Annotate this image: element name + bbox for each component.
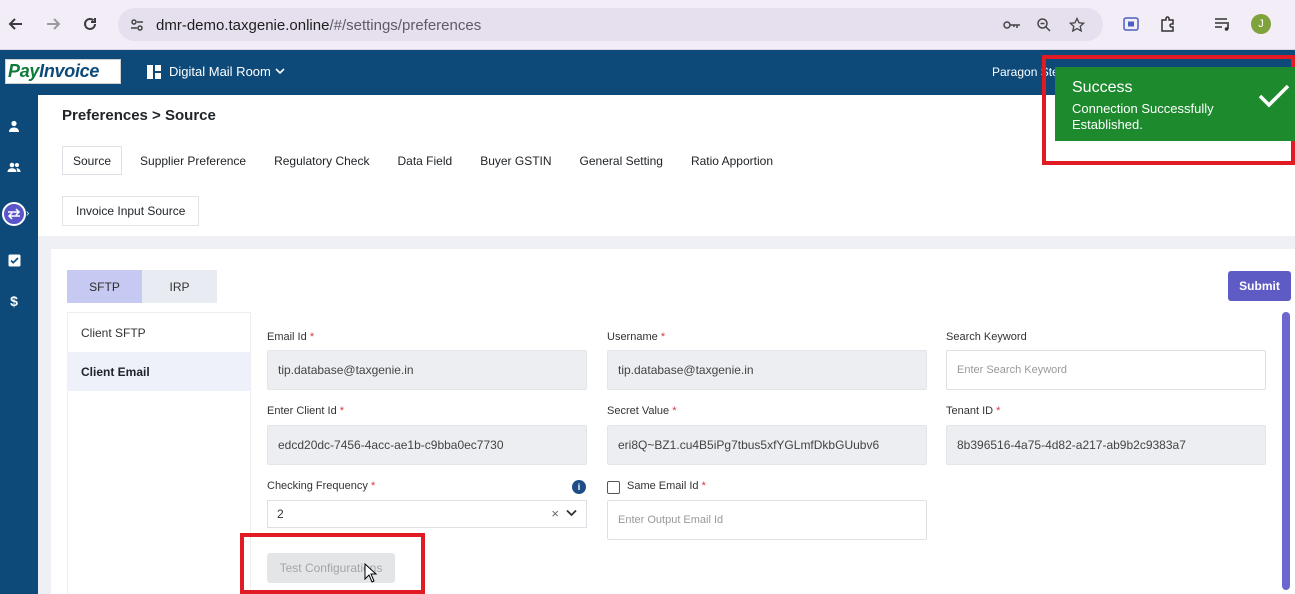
scrollbar[interactable] — [1282, 312, 1290, 590]
required-marker: * — [996, 405, 1001, 417]
highlight-test-button — [240, 533, 425, 594]
site-settings-icon[interactable] — [128, 16, 146, 34]
url-path: /#/settings/preferences — [329, 17, 482, 34]
search-keyword-label: Search Keyword — [946, 331, 1027, 343]
info-icon[interactable]: i — [572, 480, 586, 494]
chevron-down-icon — [275, 68, 285, 75]
success-toast: Success Connection Successfully Establis… — [1055, 67, 1295, 141]
dollar-icon[interactable]: $ — [5, 292, 23, 310]
checkmark-icon — [1258, 84, 1290, 108]
tab-sftp[interactable]: SFTP — [67, 270, 142, 303]
required-marker: * — [309, 331, 315, 343]
toast-message: Connection Successfully Established. — [1072, 101, 1214, 132]
username-label-text: Username — [607, 331, 658, 343]
tab-buyer-gstin[interactable]: Buyer GSTIN — [470, 146, 561, 175]
tab-irp[interactable]: IRP — [142, 270, 217, 303]
users-group-icon[interactable] — [5, 158, 23, 176]
dashboard-grid-icon — [147, 64, 161, 79]
left-sidebar: › $ — [0, 95, 38, 594]
chevron-down-icon[interactable] — [566, 509, 577, 517]
expand-chevron-icon[interactable]: › — [26, 208, 29, 219]
tab-general-setting[interactable]: General Setting — [570, 146, 673, 175]
tab-data-field[interactable]: Data Field — [387, 146, 462, 175]
source-type-menu: Client SFTP Client Email — [67, 312, 251, 594]
tab-ratio-apportion[interactable]: Ratio Apportion — [681, 146, 783, 175]
tenant-id-field[interactable]: 8b396516-4a75-4d82-a217-ab9b2c9383a7 — [946, 425, 1266, 465]
extensions-icon[interactable] — [1158, 14, 1178, 34]
source-mode-tabs: SFTP IRP — [67, 270, 217, 303]
submit-button[interactable]: Submit — [1228, 271, 1291, 301]
back-icon[interactable] — [5, 13, 27, 35]
password-key-icon[interactable] — [1003, 16, 1021, 34]
reload-icon[interactable] — [79, 13, 101, 35]
tab-source[interactable]: Source — [62, 146, 123, 175]
menu-item-client-sftp[interactable]: Client SFTP — [68, 313, 250, 352]
zoom-icon[interactable] — [1035, 16, 1053, 34]
url-text[interactable]: dmr-demo.taxgenie.online/#/settings/pref… — [156, 17, 481, 34]
same-email-label: Same Email Id * — [627, 480, 706, 492]
checklist-icon[interactable] — [5, 251, 23, 269]
source-transfer-icon[interactable] — [2, 202, 26, 226]
screen-cast-icon[interactable] — [1121, 14, 1141, 34]
secret-value-label: Secret Value * — [607, 405, 677, 417]
clear-icon[interactable]: × — [551, 506, 559, 521]
username-field[interactable]: tip.database@taxgenie.in — [607, 350, 927, 390]
breadcrumb: Preferences > Source — [62, 107, 216, 124]
checking-frequency-label-text: Checking Frequency — [267, 480, 368, 492]
tab-regulatory-check[interactable]: Regulatory Check — [264, 146, 379, 175]
required-marker: * — [701, 480, 706, 492]
tenant-id-label-text: Tenant ID — [946, 405, 994, 417]
tenant-id-label: Tenant ID * — [946, 405, 1000, 417]
reading-list-icon[interactable] — [1213, 14, 1233, 34]
checking-frequency-value: 2 — [277, 507, 284, 521]
same-email-label-text: Same Email Id — [627, 480, 699, 492]
mouse-cursor-icon — [364, 563, 378, 583]
app-switcher-label: Digital Mail Room — [169, 64, 271, 79]
username-label: Username * — [607, 331, 665, 343]
output-email-input[interactable]: Enter Output Email Id — [607, 500, 927, 540]
user-icon[interactable] — [5, 117, 23, 135]
bookmark-star-icon[interactable] — [1068, 16, 1086, 34]
required-marker: * — [339, 405, 345, 417]
payinvoice-logo[interactable]: PayInvoice — [5, 59, 121, 84]
tab-invoice-input-source[interactable]: Invoice Input Source — [62, 196, 200, 226]
address-bar[interactable]: dmr-demo.taxgenie.online/#/settings/pref… — [118, 8, 1103, 41]
email-id-field[interactable]: tip.database@taxgenie.in — [267, 350, 587, 390]
tab-supplier-preference[interactable]: Supplier Preference — [130, 146, 256, 175]
client-id-field[interactable]: edcd20dc-7456-4acc-ae1b-c9bba0ec7730 — [267, 425, 587, 465]
logo-part-2: Invoice — [39, 61, 100, 81]
profile-avatar[interactable]: J — [1251, 14, 1271, 34]
client-id-label: Enter Client Id * — [267, 405, 344, 417]
checking-frequency-label: Checking Frequency * — [267, 480, 375, 492]
app-switcher[interactable]: Digital Mail Room — [147, 64, 285, 79]
search-keyword-input[interactable]: Enter Search Keyword — [946, 350, 1266, 390]
secret-value-label-text: Secret Value — [607, 405, 670, 417]
email-id-label: Email Id * — [267, 331, 314, 343]
browser-toolbar: dmr-demo.taxgenie.online/#/settings/pref… — [0, 0, 1295, 50]
url-host: dmr-demo.taxgenie.online — [156, 17, 330, 34]
logo-part-1: Pay — [8, 61, 40, 81]
forward-icon[interactable] — [42, 13, 64, 35]
menu-item-client-email[interactable]: Client Email — [68, 352, 250, 391]
email-id-label-text: Email Id — [267, 331, 307, 343]
source-config-card: SFTP IRP Submit Client SFTP Client Email… — [51, 249, 1295, 594]
required-marker: * — [672, 405, 677, 417]
checking-frequency-select[interactable]: 2 × — [267, 500, 587, 528]
toast-title: Success — [1072, 79, 1133, 96]
secret-value-field[interactable]: eri8Q~BZ1.cu4B5iPg7tbus5xfYGLmfDkbGUubv6 — [607, 425, 927, 465]
preferences-tabs: Source Supplier Preference Regulatory Ch… — [62, 146, 791, 175]
required-marker: * — [370, 480, 376, 492]
required-marker: * — [660, 331, 666, 343]
same-email-checkbox[interactable] — [607, 481, 620, 494]
client-id-label-text: Enter Client Id — [267, 405, 337, 417]
